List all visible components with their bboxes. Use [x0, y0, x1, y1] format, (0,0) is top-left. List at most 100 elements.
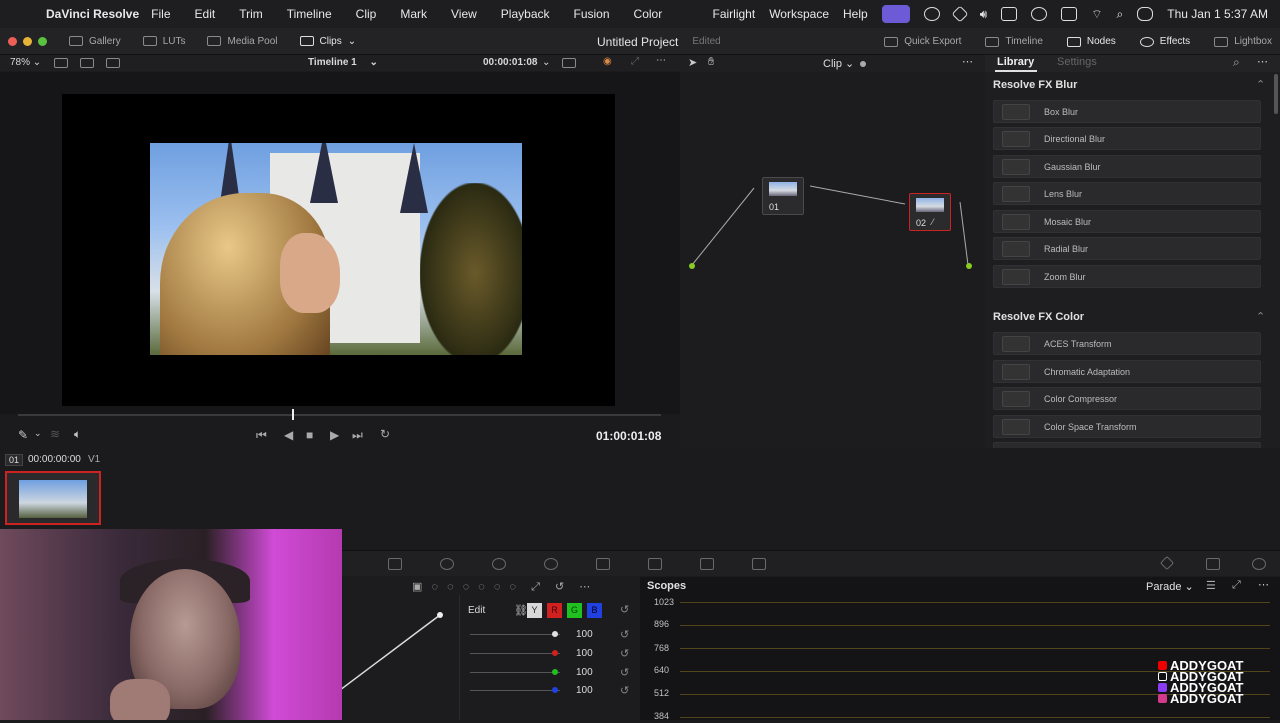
- view-mode-2-icon[interactable]: [80, 58, 94, 68]
- menu-fusion[interactable]: Fusion: [574, 7, 610, 21]
- tab-library[interactable]: Library: [997, 56, 1034, 68]
- fullscreen-icon[interactable]: ⤢: [631, 56, 639, 67]
- scopes-toggle-icon[interactable]: [1206, 558, 1220, 570]
- clip-thumbnail[interactable]: [5, 471, 101, 525]
- timeline-name-dropdown[interactable]: Timeline 1 ⌄: [308, 57, 378, 68]
- lum-vs-sat-icon[interactable]: ◌: [478, 581, 485, 593]
- more-options-icon[interactable]: ⋯: [962, 55, 973, 68]
- curves-tool-icon[interactable]: [388, 558, 402, 570]
- b-slider-knob[interactable]: [552, 687, 558, 693]
- group-resolve-fx-blur[interactable]: Resolve FX Blur: [993, 79, 1077, 91]
- more-options-icon[interactable]: ⋯: [1258, 578, 1269, 591]
- hue-vs-hue-icon[interactable]: ◌: [431, 581, 438, 593]
- y-intensity-value[interactable]: 100: [576, 629, 593, 640]
- effect-mosaic-blur[interactable]: Mosaic Blur: [993, 210, 1261, 233]
- menu-fairlight[interactable]: Fairlight: [713, 7, 756, 21]
- reset-icon[interactable]: ↺: [620, 647, 629, 660]
- effects-toggle-button[interactable]: Effects: [1139, 36, 1190, 47]
- effect-lens-blur[interactable]: Lens Blur: [993, 182, 1261, 205]
- effect-chromatic-adaptation[interactable]: Chromatic Adaptation: [993, 360, 1261, 383]
- eyedropper-icon[interactable]: ✎: [18, 428, 28, 442]
- node-zoom-slider[interactable]: [860, 61, 866, 67]
- close-window-button[interactable]: [8, 36, 17, 46]
- reset-icon[interactable]: ↺: [620, 684, 629, 697]
- menu-help[interactable]: Help: [843, 7, 868, 21]
- menu-view[interactable]: View: [451, 7, 477, 21]
- hue-vs-sat-icon[interactable]: ◌: [447, 581, 454, 593]
- expand-icon[interactable]: ⤢: [1232, 579, 1241, 592]
- group-resolve-fx-color[interactable]: Resolve FX Color: [993, 311, 1084, 323]
- play-icon[interactable]: ▶︎: [330, 428, 339, 442]
- scope-mode-dropdown[interactable]: Parade ⌄: [1146, 580, 1194, 593]
- scope-settings-icon[interactable]: ☰: [1206, 579, 1216, 592]
- tab-settings[interactable]: Settings: [1057, 56, 1097, 68]
- effect-directional-blur[interactable]: Directional Blur: [993, 127, 1261, 150]
- g-intensity-value[interactable]: 100: [576, 667, 593, 678]
- blur-tool-icon[interactable]: [648, 558, 662, 570]
- display-icon[interactable]: [1001, 7, 1018, 21]
- y-slider-knob[interactable]: [552, 631, 558, 637]
- g-intensity-slider[interactable]: [470, 672, 560, 673]
- play-reverse-icon[interactable]: ◀︎: [284, 428, 293, 442]
- b-intensity-slider[interactable]: [470, 690, 560, 691]
- gallery-button[interactable]: Gallery: [69, 36, 121, 47]
- view-mode-icon[interactable]: [54, 58, 68, 68]
- qualifier-tool-icon[interactable]: [440, 558, 454, 570]
- effect-box-blur[interactable]: Box Blur: [993, 100, 1261, 123]
- collapse-icon[interactable]: ⌃: [1256, 310, 1265, 323]
- pointer-tool-icon[interactable]: ➤: [688, 56, 697, 69]
- media-pool-button[interactable]: Media Pool: [207, 36, 278, 47]
- tracker-tool-icon[interactable]: [544, 558, 558, 570]
- search-icon[interactable]: ⌕: [1117, 7, 1124, 22]
- effect-next-item[interactable]: [993, 442, 1261, 448]
- collapse-icon[interactable]: ⌃: [1256, 78, 1265, 91]
- menu-trim[interactable]: Trim: [239, 7, 263, 21]
- effect-color-space-transform[interactable]: Color Space Transform: [993, 415, 1261, 438]
- link-icon[interactable]: ⛓︎: [514, 604, 528, 617]
- effect-zoom-blur[interactable]: Zoom Blur: [993, 265, 1261, 288]
- minimize-window-button[interactable]: [23, 36, 32, 46]
- go-to-start-icon[interactable]: ⏮︎: [256, 428, 267, 443]
- sizing-tool-icon[interactable]: [752, 558, 766, 570]
- window-tool-icon[interactable]: [492, 558, 506, 570]
- audio-icon[interactable]: 🔈︎: [74, 427, 81, 442]
- timeline-toggle-button[interactable]: Timeline: [985, 36, 1043, 47]
- channel-y-toggle[interactable]: Y: [527, 603, 542, 618]
- screen-share-icon[interactable]: [881, 5, 910, 23]
- r-intensity-value[interactable]: 100: [576, 648, 593, 659]
- more-options-icon[interactable]: ⋯: [1257, 55, 1268, 68]
- sat-vs-lum-icon[interactable]: ◌: [510, 581, 517, 593]
- zoom-dropdown[interactable]: 78% ⌄: [10, 57, 41, 68]
- quick-export-button[interactable]: Quick Export: [884, 36, 961, 47]
- go-to-end-icon[interactable]: ⏭︎: [352, 428, 363, 443]
- menu-playback[interactable]: Playback: [501, 7, 550, 21]
- menu-edit[interactable]: Edit: [195, 7, 216, 21]
- search-icon[interactable]: ⌕: [1233, 55, 1240, 70]
- stop-icon[interactable]: ■: [306, 428, 313, 442]
- channel-b-toggle[interactable]: B: [587, 603, 602, 618]
- status-circle-icon[interactable]: [923, 7, 940, 21]
- expand-icon[interactable]: ⤢: [531, 581, 540, 593]
- node-01[interactable]: 01: [762, 177, 804, 215]
- reset-icon[interactable]: ↺: [620, 603, 629, 616]
- nodes-toggle-button[interactable]: Nodes: [1066, 36, 1116, 47]
- node-02[interactable]: 02 ⁄: [909, 193, 951, 231]
- effect-aces-transform[interactable]: ACES Transform: [993, 332, 1261, 355]
- library-scrollbar[interactable]: [1274, 74, 1278, 114]
- sat-vs-sat-icon[interactable]: ◌: [494, 581, 501, 593]
- reset-icon[interactable]: ↺: [620, 666, 629, 679]
- r-slider-knob[interactable]: [552, 650, 558, 656]
- luts-button[interactable]: LUTs: [142, 36, 185, 47]
- menu-file[interactable]: File: [151, 7, 170, 21]
- app-name-menu[interactable]: DaVinci Resolve: [46, 7, 139, 21]
- effect-color-compressor[interactable]: Color Compressor: [993, 387, 1261, 410]
- wifi-icon[interactable]: ⌔: [1091, 7, 1102, 22]
- hand-tool-icon[interactable]: ✋︎: [708, 56, 714, 69]
- effect-radial-blur[interactable]: Radial Blur: [993, 237, 1261, 260]
- key-tool-icon[interactable]: [700, 558, 714, 570]
- menu-clip[interactable]: Clip: [356, 7, 377, 21]
- menu-timeline[interactable]: Timeline: [287, 7, 332, 21]
- g-slider-knob[interactable]: [552, 669, 558, 675]
- keyframes-icon[interactable]: [1159, 555, 1175, 571]
- menu-workspace[interactable]: Workspace: [769, 7, 829, 21]
